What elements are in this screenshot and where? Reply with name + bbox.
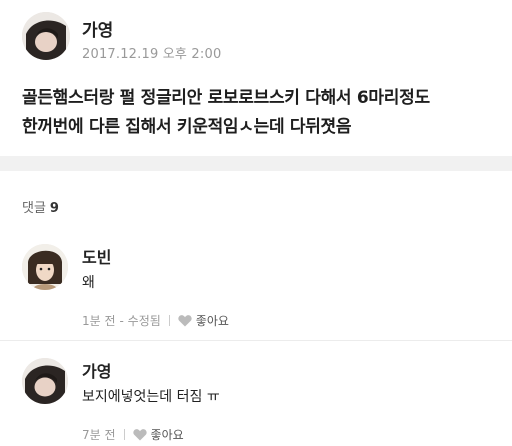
comment-author[interactable]: 도빈 (82, 244, 111, 268)
avatar-photo-icon (22, 12, 70, 60)
commenter-avatar[interactable] (22, 244, 68, 290)
meta-separator (168, 315, 170, 326)
avatar-photo-icon (22, 244, 68, 290)
comment-time: 7분 전 (82, 428, 116, 442)
comment-text: 보지에넣엇는데 터짐 ㅠ (82, 389, 220, 405)
comment-count: 댓글 9 (22, 197, 59, 216)
comment-meta: 7분 전 좋아요 (82, 426, 184, 443)
post-body-line: 한꺼번에 다른 집해서 키운적임ㅅ는데 다뒤졋음 (22, 117, 352, 137)
meta-separator (123, 429, 125, 440)
like-button[interactable]: 좋아요 (178, 312, 229, 329)
comment-edited-flag: - 수정됨 (119, 314, 161, 328)
heart-icon (178, 315, 192, 327)
section-divider (0, 156, 512, 171)
comment-text: 왜 (82, 275, 95, 291)
avatar-photo-icon (22, 358, 68, 404)
like-label: 좋아요 (195, 314, 229, 328)
comment-count-number: 9 (49, 201, 59, 216)
author-avatar[interactable] (22, 12, 70, 60)
post-body-line: 골든햄스터랑 펄 정글리안 로보로브스키 다해서 6마리정도 (22, 88, 430, 108)
comment-meta: 1분 전 - 수정됨 좋아요 (82, 312, 229, 329)
post: 가영 2017.12.19 오후 2:00 골든햄스터랑 펄 정글리안 로보로브… (0, 0, 512, 156)
comment-item: 도빈 왜 1분 전 - 수정됨 좋아요 (0, 244, 512, 334)
commenter-avatar[interactable] (22, 358, 68, 404)
comment-time: 1분 전 (82, 314, 116, 328)
comment-item: 가영 보지에넣엇는데 터짐 ㅠ 7분 전 좋아요 (0, 358, 512, 446)
like-button[interactable]: 좋아요 (132, 426, 184, 443)
comment-count-label: 댓글 (22, 201, 46, 216)
post-timestamp: 2017.12.19 오후 2:00 (82, 47, 222, 62)
comment-divider (0, 340, 512, 341)
post-body: 골든햄스터랑 펄 정글리안 로보로브스키 다해서 6마리정도 한꺼번에 다른 집… (22, 84, 502, 142)
like-label: 좋아요 (150, 428, 184, 442)
comment-author[interactable]: 가영 (82, 358, 111, 382)
post-author[interactable]: 가영 (82, 16, 113, 41)
heart-icon (132, 429, 147, 441)
